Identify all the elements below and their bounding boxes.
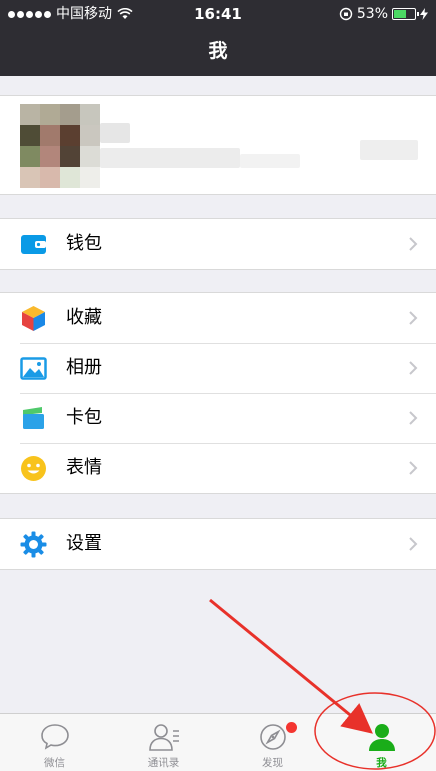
page-title: 我 [208,40,228,62]
top-bar: 中国移动 16:41 53% 我 [0,0,436,76]
smiley-icon [21,456,46,481]
menu-label-settings: 设置 [66,533,102,554]
tab-label-discover: 发现 [262,757,283,769]
chevron-right-icon [409,237,418,251]
gear-icon [20,531,47,558]
chevron-right-icon [409,361,418,375]
menu-item-settings[interactable]: 设置 [0,519,436,569]
chevron-right-icon [409,411,418,425]
annotation-arrow [209,598,373,734]
chevron-right-icon [409,537,418,551]
menu-item-favorites[interactable]: 收藏 [0,293,436,343]
qr-code-icon[interactable] [360,140,418,160]
menu-label-album: 相册 [66,357,102,378]
wallet-icon [21,235,46,254]
person-icon [369,724,395,751]
menu-item-cards[interactable]: 卡包 [0,393,436,443]
avatar [20,104,100,188]
contacts-icon [149,724,179,751]
menu-item-stickers[interactable]: 表情 [0,443,436,493]
battery-icon [392,8,419,20]
charging-bolt-icon [420,8,428,20]
menu-label-wallet: 钱包 [66,233,102,254]
tab-bar: 微信 通讯录 发现 我 [0,713,436,771]
wallet-group: 钱包 [0,218,436,270]
wechat-id-blurred [100,148,240,168]
tab-chats[interactable]: 微信 [0,714,109,771]
orientation-lock-icon [339,7,353,21]
chevron-right-icon [409,461,418,475]
menu-label-stickers: 表情 [66,457,102,478]
tab-label-contacts: 通讯录 [147,757,180,769]
menu-item-wallet[interactable]: 钱包 [0,219,436,269]
tab-label-me: 我 [376,757,387,769]
favorites-cube-icon [22,306,45,331]
chat-bubble-icon [41,724,69,750]
features-group: 收藏 相册 卡包 表情 [0,292,436,494]
compass-icon [260,724,286,750]
status-bar: 中国移动 16:41 53% [0,0,436,28]
tab-discover[interactable]: 发现 [218,714,327,771]
album-picture-icon [20,357,47,380]
tab-contacts[interactable]: 通讯录 [109,714,218,771]
menu-item-album[interactable]: 相册 [0,343,436,393]
profile-card[interactable] [0,95,436,195]
tab-label-chats: 微信 [44,757,65,769]
tab-me[interactable]: 我 [327,714,436,771]
menu-label-cards: 卡包 [66,407,102,428]
battery-percent: 53% [356,6,388,22]
card-wallet-icon [23,407,44,429]
wechat-id-blurred-tail [240,154,300,168]
settings-group: 设置 [0,518,436,570]
chevron-right-icon [409,311,418,325]
nickname-blurred [100,123,130,143]
menu-label-favorites: 收藏 [66,307,102,328]
notification-badge [286,722,297,733]
